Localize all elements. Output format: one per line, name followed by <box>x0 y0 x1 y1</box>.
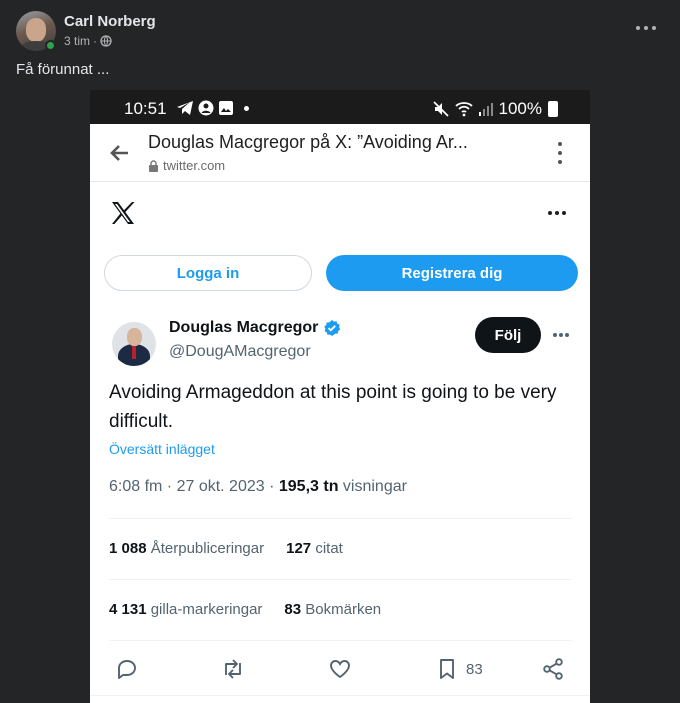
tweet-more-options-button[interactable] <box>553 333 569 337</box>
meta-separator: · <box>93 34 98 48</box>
x-top-bar <box>90 182 590 242</box>
tweet-author-name-text: Douglas Macgregor <box>169 319 319 336</box>
reply-icon <box>118 660 136 679</box>
status-time: 10:51 <box>124 99 167 118</box>
share-icon <box>543 658 563 680</box>
tweet-metadata: 6:08 fm · 27 okt. 2023 · 195,3 tn visnin… <box>109 478 407 496</box>
tweet-author-name[interactable]: Douglas Macgregor <box>169 319 341 337</box>
battery-icon <box>548 101 558 117</box>
bookmark-button[interactable]: 83 <box>435 656 483 682</box>
lock-icon <box>149 159 158 172</box>
signal-icon <box>478 103 493 116</box>
divider <box>109 518 572 519</box>
browser-page-title: Douglas Macgregor på X: ”Avoiding Ar... <box>148 132 468 152</box>
bookmark-action-count: 83 <box>466 660 483 678</box>
online-status-dot <box>45 40 56 51</box>
globe-icon <box>100 35 112 47</box>
divider <box>109 640 572 641</box>
gallery-icon <box>219 101 233 115</box>
tweet-action-bar: 83 <box>90 650 590 690</box>
tweet-text: Avoiding Armageddon at this point is goi… <box>109 382 557 432</box>
status-system-icons: 100% <box>432 99 558 119</box>
quotes-label: citat <box>315 540 343 557</box>
url-text: twitter.com <box>163 158 226 173</box>
views-count: 195,3 tn <box>278 478 339 495</box>
phone-status-bar: 10:51 100% <box>90 90 590 124</box>
post-time[interactable]: 3 tim <box>64 34 90 48</box>
likes-count: 4 131 <box>109 601 147 618</box>
views-label: visningar <box>342 478 407 495</box>
mute-icon <box>432 101 449 117</box>
register-button[interactable]: Registrera dig <box>326 255 578 291</box>
tweet-timestamp[interactable]: 6:08 fm · 27 okt. 2023 · <box>109 478 274 495</box>
reposts-stat[interactable]: 1 088 Återpubliceringar <box>109 540 264 557</box>
like-icon <box>330 660 350 679</box>
bookmarks-stat[interactable]: 83 Bokmärken <box>284 601 381 618</box>
login-button[interactable]: Logga in <box>104 255 312 291</box>
repost-icon <box>225 659 241 679</box>
tweet-screenshot-image[interactable]: 10:51 100% Douglas Macgregor på X: ”Avoi… <box>90 90 590 703</box>
quotes-stat[interactable]: 127 citat <box>286 540 343 557</box>
more-notifications-dot <box>244 105 249 111</box>
reply-button[interactable] <box>115 656 139 682</box>
bookmarks-label: Bokmärken <box>305 601 382 618</box>
divider <box>109 579 572 580</box>
likes-stat[interactable]: 4 131 gilla-markeringar <box>109 601 262 618</box>
facebook-post-header: Carl Norberg 3 tim · Få förunnat ... <box>0 0 680 90</box>
x-logo-icon[interactable] <box>110 200 136 226</box>
browser-url: twitter.com <box>148 158 225 173</box>
post-meta: 3 tim · <box>64 34 112 48</box>
divider <box>90 695 590 696</box>
likes-label: gilla-markeringar <box>150 601 263 618</box>
profile-icon <box>198 100 214 116</box>
browser-menu-button[interactable] <box>558 142 562 164</box>
status-notification-icons <box>176 100 249 116</box>
reposts-label: Återpubliceringar <box>150 540 265 557</box>
verified-icon <box>324 320 341 336</box>
post-text: Få förunnat ... <box>16 61 110 78</box>
wifi-icon <box>454 102 473 117</box>
tweet-author-handle[interactable]: @DougAMacgregor <box>169 343 311 361</box>
author-name[interactable]: Carl Norberg <box>64 13 156 30</box>
follow-button[interactable]: Följ <box>475 317 541 353</box>
reposts-count: 1 088 <box>109 540 147 557</box>
browser-header: Douglas Macgregor på X: ”Avoiding Ar... … <box>90 124 590 182</box>
x-more-options-button[interactable] <box>548 211 566 215</box>
bookmark-icon <box>440 659 454 679</box>
back-arrow-icon[interactable] <box>108 142 130 164</box>
likes-stats-row: 4 131 gilla-markeringar 83 Bokmärken <box>109 601 381 618</box>
repost-button[interactable] <box>221 656 245 682</box>
share-button[interactable] <box>541 656 565 682</box>
battery-percent: 100% <box>498 99 542 118</box>
bookmarks-count: 83 <box>284 601 302 618</box>
quotes-count: 127 <box>286 540 312 557</box>
post-options-button[interactable] <box>636 18 656 38</box>
like-button[interactable] <box>328 656 352 682</box>
repost-stats-row: 1 088 Återpubliceringar 127 citat <box>109 540 343 557</box>
telegram-icon <box>177 101 193 115</box>
tweet-author-avatar[interactable] <box>112 322 156 366</box>
translate-post-link[interactable]: Översätt inlägget <box>109 441 215 457</box>
